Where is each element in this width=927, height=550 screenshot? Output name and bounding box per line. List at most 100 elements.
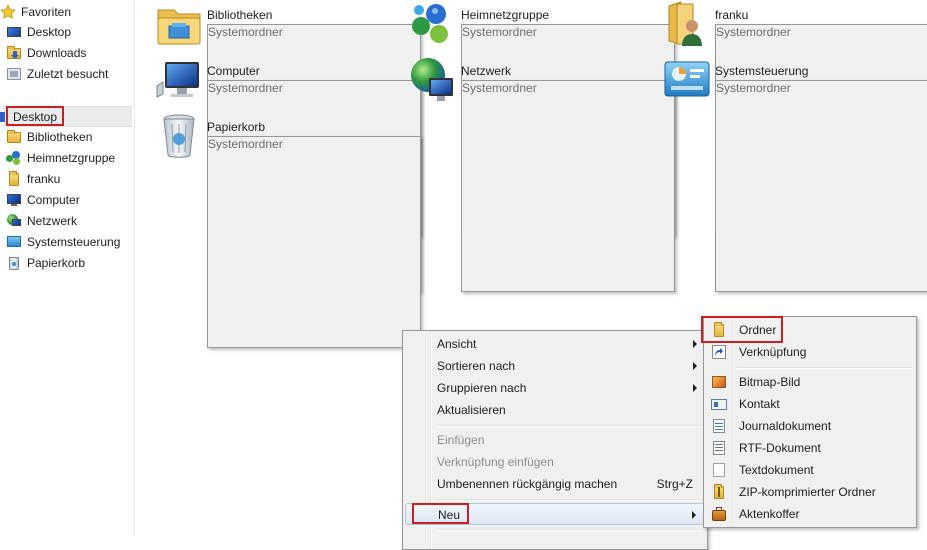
sidebar-favorites-header[interactable]: Favoriten <box>0 2 134 22</box>
tile-name: Heimnetzgruppe <box>461 8 550 22</box>
tile-homegroup[interactable]: Heimnetzgruppe Systemordner <box>409 0 675 236</box>
menu-item-verknuepfung-einfuegen: Verknüpfung einfügen <box>405 451 705 473</box>
zip-folder-icon <box>711 484 727 500</box>
menu-item-label: Gruppieren nach <box>437 381 527 395</box>
tile-franku[interactable]: franku Systemordner <box>663 0 927 236</box>
sidebar-item-homegroup[interactable]: Heimnetzgruppe <box>0 148 134 168</box>
sidebar-item-computer[interactable]: Computer <box>0 190 134 210</box>
control-panel-icon <box>663 56 711 104</box>
highlight-frame-ordner <box>701 316 783 343</box>
tile-libraries[interactable]: Bibliotheken Systemordner <box>155 0 421 236</box>
sidebar-item-label: franku <box>27 172 61 186</box>
sidebar-item-desktop-favorite[interactable]: Desktop <box>0 22 134 42</box>
menu-item-einfuegen: Einfügen <box>405 429 705 451</box>
tile-type: Systemordner <box>207 136 421 348</box>
bitmap-image-icon <box>711 374 727 390</box>
submenu-arrow-icon <box>693 384 697 392</box>
menu-item-gruppieren-nach[interactable]: Gruppieren nach <box>405 377 705 399</box>
downloads-folder-icon <box>6 45 22 61</box>
menu-item-aktualisieren[interactable]: Aktualisieren <box>405 399 705 421</box>
submenu-arrow-icon <box>693 362 697 370</box>
homegroup-icon <box>409 0 457 48</box>
highlight-frame-desktop <box>6 106 64 126</box>
computer-icon <box>155 56 203 104</box>
menu-item-label: Sortieren nach <box>437 359 516 373</box>
sidebar-item-recycle-bin[interactable]: Papierkorb <box>0 253 134 273</box>
sidebar-item-label: Computer <box>27 193 80 207</box>
submenu-item-kontakt[interactable]: Kontakt <box>706 393 914 415</box>
menu-item-label: Kontakt <box>739 397 780 411</box>
sidebar-item-label: Heimnetzgruppe <box>27 151 116 165</box>
menu-separator <box>435 425 703 427</box>
sidebar-item-network[interactable]: Netzwerk <box>0 211 134 231</box>
menu-separator <box>435 529 703 531</box>
network-icon <box>6 213 22 229</box>
desktop-icon <box>0 109 5 125</box>
menu-separator <box>435 499 703 501</box>
menu-separator <box>737 367 912 369</box>
menu-item-label: Ansicht <box>437 337 477 351</box>
computer-icon <box>6 192 22 208</box>
briefcase-icon <box>711 506 727 522</box>
sidebar-item-label: Zuletzt besucht <box>27 67 109 81</box>
menu-item-label: Bitmap-Bild <box>739 375 801 389</box>
rtf-document-icon <box>711 440 727 456</box>
libraries-icon <box>155 0 203 48</box>
shortcut-icon <box>711 344 727 360</box>
recent-places-icon <box>6 66 22 82</box>
libraries-icon <box>6 129 22 145</box>
recycle-bin-icon <box>6 255 22 271</box>
star-icon <box>0 4 16 20</box>
highlight-frame-neu <box>412 503 469 524</box>
menu-item-ansicht[interactable]: Ansicht <box>405 333 705 355</box>
homegroup-icon <box>6 150 22 166</box>
tile-type: Systemordner <box>461 80 675 292</box>
sidebar-item-downloads[interactable]: Downloads <box>0 43 134 63</box>
sidebar-item-libraries[interactable]: Bibliotheken <box>0 127 134 147</box>
submenu-item-zip-ordner[interactable]: ZIP-komprimierter Ordner <box>706 481 914 503</box>
sidebar-item-control-panel[interactable]: Systemsteuerung <box>0 232 134 252</box>
submenu-neu: Ordner Verknüpfung Bitmap-Bild Kontakt J… <box>703 316 917 528</box>
tile-control-panel[interactable]: Systemsteuerung Systemordner <box>663 56 927 292</box>
tile-recycle-bin[interactable]: Papierkorb Systemordner <box>155 112 421 348</box>
menu-item-label: Umbenennen rückgängig machen <box>437 477 618 491</box>
submenu-arrow-icon <box>693 340 697 348</box>
submenu-item-aktenkoffer[interactable]: Aktenkoffer <box>706 503 914 525</box>
recycle-bin-icon <box>155 112 203 160</box>
menu-item-label: Textdokument <box>739 463 814 477</box>
tile-name: Netzwerk <box>461 64 512 78</box>
tile-name: Bibliotheken <box>207 8 273 22</box>
menu-item-label: RTF-Dokument <box>739 441 821 455</box>
user-folder-icon <box>6 171 22 187</box>
control-panel-icon <box>6 234 22 250</box>
contact-card-icon <box>711 396 727 412</box>
sidebar-item-label: Netzwerk <box>27 214 78 228</box>
submenu-item-rtf-dokument[interactable]: RTF-Dokument <box>706 437 914 459</box>
submenu-arrow-icon <box>692 511 696 519</box>
tile-computer[interactable]: Computer Systemordner <box>155 56 421 292</box>
submenu-item-verknuepfung[interactable]: Verknüpfung <box>706 341 914 363</box>
menu-item-sortieren-nach[interactable]: Sortieren nach <box>405 355 705 377</box>
menu-item-label: ZIP-komprimierter Ordner <box>739 485 876 499</box>
menu-item-label: Verknüpfung <box>739 345 807 359</box>
text-document-icon <box>711 462 727 478</box>
menu-item-label: Einfügen <box>437 433 485 447</box>
submenu-item-textdokument[interactable]: Textdokument <box>706 459 914 481</box>
tile-name: Papierkorb <box>207 120 266 134</box>
menu-item-umbenennen-rueckgaengig[interactable]: Umbenennen rückgängig machen Strg+Z <box>405 473 705 495</box>
menu-item-shortcut: Strg+Z <box>656 477 693 491</box>
submenu-item-journaldokument[interactable]: Journaldokument <box>706 415 914 437</box>
tile-name: Computer <box>207 64 260 78</box>
sidebar-item-label: Desktop <box>27 25 72 39</box>
sidebar-item-label: Systemsteuerung <box>27 235 121 249</box>
sidebar-item-recent-places[interactable]: Zuletzt besucht <box>0 64 134 84</box>
sidebar-favorites-label: Favoriten <box>21 5 72 19</box>
tile-name: franku <box>715 8 749 22</box>
sidebar-item-franku[interactable]: franku <box>0 169 134 189</box>
sidebar-item-label: Downloads <box>27 46 87 60</box>
journal-document-icon <box>711 418 727 434</box>
tile-network[interactable]: Netzwerk Systemordner <box>409 56 675 292</box>
network-icon <box>409 56 457 104</box>
navigation-pane: Favoriten Desktop Downloads Zuletzt besu… <box>0 0 135 536</box>
submenu-item-bitmap-bild[interactable]: Bitmap-Bild <box>706 371 914 393</box>
